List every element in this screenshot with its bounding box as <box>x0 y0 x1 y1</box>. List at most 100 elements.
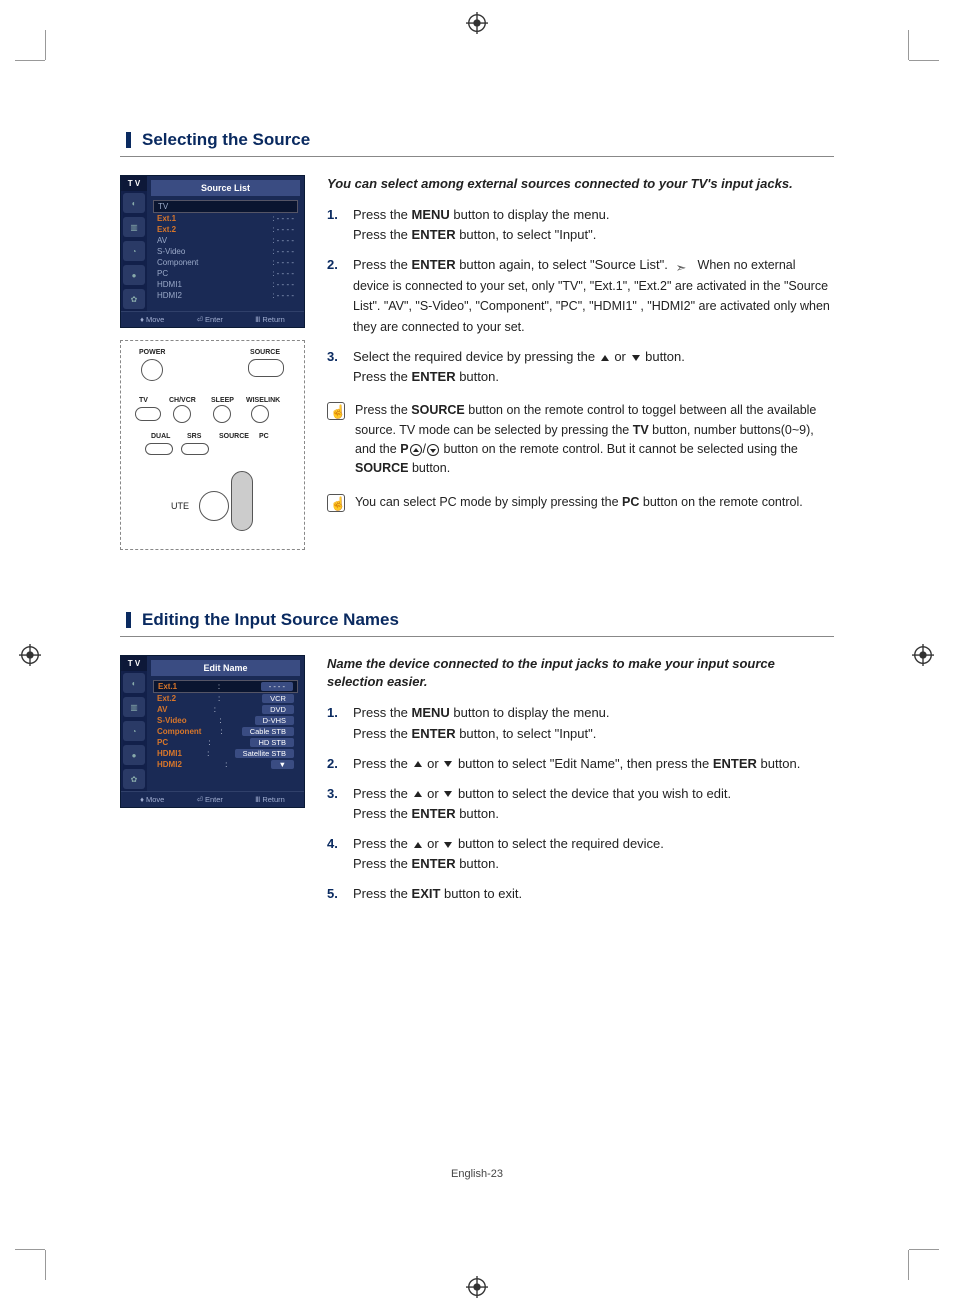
remote-wiselink-button <box>251 405 269 423</box>
crop-mark-br <box>869 1240 909 1280</box>
registration-mark-top <box>466 12 488 34</box>
osd-row: HDMI1: - - - - <box>153 279 298 290</box>
step-item: Press the or button to select the device… <box>327 784 834 824</box>
remote-source-button <box>248 359 284 377</box>
intro-text: Name the device connected to the input j… <box>327 655 834 691</box>
remote-updown-button <box>231 471 253 531</box>
remote-chvcr-button <box>173 405 191 423</box>
osd-tab-icon: ◐ <box>123 193 145 213</box>
osd-row: Component: - - - - <box>153 257 298 268</box>
remote-label-source: SOURCE <box>250 349 280 356</box>
step-item: Press the or button to select "Edit Name… <box>327 754 834 774</box>
remote-label-source2: SOURCE <box>219 433 249 440</box>
steps-list: Press the MENU button to display the men… <box>327 703 834 904</box>
osd-row: Component: Cable STB <box>153 726 298 737</box>
osd-tab-tv: T V <box>121 176 147 191</box>
remote-mute-label: UTE <box>171 501 189 511</box>
osd-row: HDMI2: ▼ <box>153 759 298 770</box>
p-up-icon <box>410 444 422 456</box>
osd-row: AV: DVD <box>153 704 298 715</box>
osd-row: TV <box>153 200 298 213</box>
remote-tv-button <box>135 407 161 421</box>
remote-label-tv: TV <box>139 397 148 404</box>
section-title: Editing the Input Source Names <box>120 610 834 637</box>
osd-tab-icon: ▥ <box>123 217 145 237</box>
remote-ok-button <box>199 491 229 521</box>
section-editing-names: Editing the Input Source Names T V ◐ ▥ ◔… <box>120 610 834 915</box>
registration-mark-left <box>19 644 41 666</box>
osd-tab-tv: T V <box>121 656 147 671</box>
osd-row: S-Video: - - - - <box>153 246 298 257</box>
osd-foot-return: Ⅲ Return <box>255 795 285 804</box>
osd-list: TVExt.1: - - - -Ext.2: - - - -AV: - - - … <box>147 200 304 305</box>
tip-icon <box>327 402 345 420</box>
osd-foot-enter: ⏎ Enter <box>197 795 223 804</box>
remote-label-wiselink: WISELINK <box>246 397 280 404</box>
remote-label-chvcr: CH/VCR <box>169 397 196 404</box>
remote-label-sleep: SLEEP <box>211 397 234 404</box>
steps-list: Press the MENU button to display the men… <box>327 205 834 387</box>
down-arrow-icon <box>632 355 640 361</box>
page-footer: English-23 <box>120 1168 834 1180</box>
osd-list: Ext.1: - - - -Ext.2: VCRAV: DVDS-Video: … <box>147 680 304 774</box>
step-item: Press the MENU button to display the men… <box>327 703 834 743</box>
osd-row: HDMI2: - - - - <box>153 290 298 301</box>
remote-dual-button <box>145 443 173 455</box>
remote-label-srs: SRS <box>187 433 201 440</box>
crop-mark-bl <box>45 1240 85 1280</box>
crop-mark-tr <box>869 30 909 70</box>
intro-text: You can select among external sources co… <box>327 175 834 193</box>
osd-row: Ext.2: - - - - <box>153 224 298 235</box>
osd-row: PC: HD STB <box>153 737 298 748</box>
osd-row: AV: - - - - <box>153 235 298 246</box>
remote-label-power: POWER <box>139 349 165 356</box>
osd-source-list: T V ◐ ▥ ◔ ● ✿ Source List TVExt.1: - - -… <box>120 175 305 328</box>
osd-foot-move: ♦ Move <box>140 315 164 324</box>
step-item: Press the EXIT button to exit. <box>327 884 834 904</box>
osd-tab-icon: ● <box>123 265 145 285</box>
osd-tab-icon: ▥ <box>123 697 145 717</box>
osd-row: PC: - - - - <box>153 268 298 279</box>
up-arrow-icon <box>414 791 422 797</box>
step-item: Press the or button to select the requir… <box>327 834 834 874</box>
osd-foot-move: ♦ Move <box>140 795 164 804</box>
osd-foot-return: Ⅲ Return <box>255 315 285 324</box>
osd-foot-enter: ⏎ Enter <box>197 315 223 324</box>
remote-control-figure: POWER SOURCE TV CH/VCR SLEEP WISELINK DU… <box>120 340 305 550</box>
remote-power-button <box>141 359 163 381</box>
step-item: Press the MENU button to display the men… <box>327 205 834 245</box>
tip-row: Press the SOURCE button on the remote co… <box>327 401 834 479</box>
osd-edit-name: T V ◐ ▥ ◔ ● ✿ Edit Name Ext.1: - - - -Ex… <box>120 655 305 808</box>
remote-label-dual: DUAL <box>151 433 170 440</box>
section-title: Selecting the Source <box>120 130 834 157</box>
osd-tab-icon: ◐ <box>123 673 145 693</box>
remote-label-pc: PC <box>259 433 269 440</box>
osd-title: Edit Name <box>151 660 300 676</box>
osd-row: S-Video: D-VHS <box>153 715 298 726</box>
remote-sleep-button <box>213 405 231 423</box>
step-item: Press the ENTER button again, to select … <box>327 255 834 337</box>
down-arrow-icon <box>444 791 452 797</box>
osd-row: Ext.2: VCR <box>153 693 298 704</box>
osd-row: HDMI1: Satellite STB <box>153 748 298 759</box>
section-selecting-source: Selecting the Source T V ◐ ▥ ◔ ● ✿ <box>120 130 834 550</box>
tip-row: You can select PC mode by simply pressin… <box>327 493 834 512</box>
p-down-icon <box>427 444 439 456</box>
osd-footer: ♦ Move ⏎ Enter Ⅲ Return <box>121 311 304 327</box>
down-arrow-icon <box>444 842 452 848</box>
up-arrow-icon <box>414 761 422 767</box>
osd-tab-icon: ◔ <box>123 241 145 261</box>
osd-row: Ext.1: - - - - <box>153 213 298 224</box>
tip-icon <box>327 494 345 512</box>
up-arrow-icon <box>601 355 609 361</box>
crop-mark-tl <box>45 30 85 70</box>
osd-tab-icon: ✿ <box>123 769 145 789</box>
registration-mark-bottom <box>466 1276 488 1298</box>
osd-title: Source List <box>151 180 300 196</box>
osd-row: Ext.1: - - - - <box>153 680 298 693</box>
remote-srs-button <box>181 443 209 455</box>
osd-tab-icon: ✿ <box>123 289 145 309</box>
step-item: Select the required device by pressing t… <box>327 347 834 387</box>
registration-mark-right <box>912 644 934 666</box>
up-arrow-icon <box>414 842 422 848</box>
